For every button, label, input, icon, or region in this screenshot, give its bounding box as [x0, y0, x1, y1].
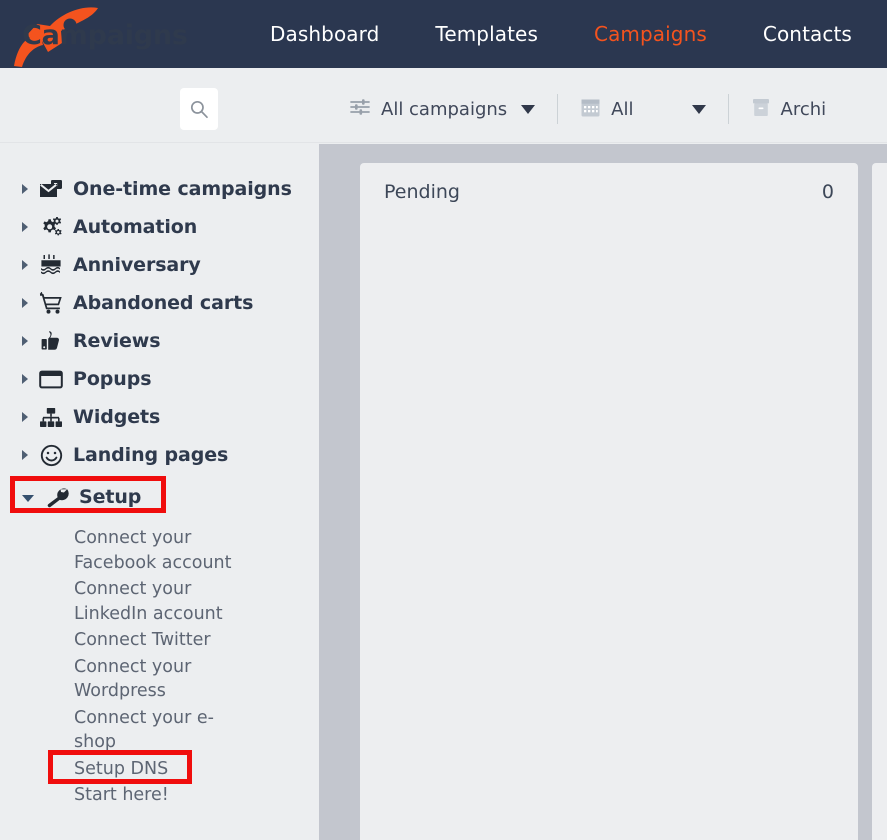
sidebar-subitem-connect-linkedin[interactable]: Connect your LinkedIn account [0, 577, 250, 626]
thumbs-up-icon [38, 329, 64, 353]
sidebar-subitem-start-here[interactable]: Start here! [0, 783, 250, 808]
birthday-cake-icon [38, 253, 64, 277]
wrench-icon [44, 485, 70, 509]
sidebar-navigation: One-time campaigns Automation Anniversar… [0, 144, 319, 840]
sidebar-item-landing-pages[interactable]: Landing pages [0, 436, 319, 474]
sidebar-item-label: Popups [73, 368, 152, 390]
chevron-down-icon[interactable] [521, 104, 536, 114]
sidebar-subitem-connect-eshop[interactable]: Connect your e-shop [0, 706, 250, 755]
chevron-down-icon-2[interactable] [691, 104, 706, 114]
toolbar-divider-1 [557, 94, 559, 124]
chevron-right-icon[interactable] [22, 450, 28, 460]
sidebar-item-label: Anniversary [73, 254, 201, 276]
campaign-column-pending: Pending 0 [360, 163, 858, 840]
sidebar-item-setup[interactable]: Setup [0, 478, 319, 516]
sidebar-item-label: Abandoned carts [73, 292, 254, 314]
sidebar-subitem-connect-facebook[interactable]: Connect your Facebook account [0, 526, 250, 575]
sidebar-subitem-connect-wordpress[interactable]: Connect your Wordpress [0, 655, 250, 704]
envelope-stack-icon [38, 177, 64, 201]
smiley-face-icon [38, 443, 64, 467]
chevron-right-icon[interactable] [22, 222, 28, 232]
search-input[interactable] [180, 88, 218, 130]
campaigns-board: Pending 0 0 [319, 144, 887, 840]
chevron-down-icon[interactable] [22, 495, 34, 502]
filter-date-range-label: All [611, 98, 634, 120]
sidebar-item-automation[interactable]: Automation [0, 208, 319, 246]
sidebar-item-label: Setup [79, 486, 142, 508]
sidebar-item-label: One-time campaigns [73, 178, 292, 200]
nav-link-contacts[interactable]: Contacts [763, 22, 852, 46]
chevron-right-icon[interactable] [22, 336, 28, 346]
filter-archive[interactable]: Archi [751, 88, 827, 130]
chevron-right-icon[interactable] [22, 298, 28, 308]
campaign-column-count: 0 [821, 181, 834, 203]
campaign-column-next: 0 [872, 163, 887, 840]
sidebar-subitem-setup-dns[interactable]: Setup DNS [0, 757, 250, 782]
chevron-right-icon[interactable] [22, 260, 28, 270]
sidebar-item-one-time-campaigns[interactable]: One-time campaigns [0, 170, 319, 208]
sidebar-item-label: Widgets [73, 406, 161, 428]
sidebar-item-label: Reviews [73, 330, 161, 352]
sidebar-item-label: Automation [73, 216, 198, 238]
chevron-right-icon[interactable] [22, 412, 28, 422]
filter-all-campaigns[interactable]: All campaigns [350, 88, 536, 130]
filter-archive-label: Archi [780, 98, 827, 120]
shopping-cart-icon [38, 291, 64, 315]
sitemap-widget-icon [38, 405, 64, 429]
sidebar-item-label: Landing pages [73, 444, 229, 466]
nav-link-campaigns[interactable]: Campaigns [594, 22, 707, 46]
search-icon [190, 100, 208, 119]
chevron-right-icon[interactable] [22, 184, 28, 194]
sidebar-item-reviews[interactable]: Reviews [0, 322, 319, 360]
main-nav: Dashboard Templates Campaigns Contacts [270, 0, 852, 68]
archive-box-icon [751, 97, 771, 122]
campaign-column-header-2: 0 [872, 163, 887, 203]
window-popup-icon [38, 367, 64, 391]
filter-date-range[interactable]: All [580, 88, 706, 130]
sidebar-subitem-connect-twitter[interactable]: Connect Twitter [0, 628, 250, 653]
nav-link-templates[interactable]: Templates [435, 22, 538, 46]
sidebar-item-anniversary[interactable]: Anniversary [0, 246, 319, 284]
filter-all-campaigns-label: All campaigns [381, 98, 508, 120]
nav-link-dashboard[interactable]: Dashboard [270, 22, 379, 46]
filter-toolbar: All campaigns All Archi [350, 88, 826, 130]
toolbar-divider-2 [727, 94, 729, 124]
chevron-right-icon[interactable] [22, 374, 28, 384]
gears-icon [38, 215, 64, 239]
sidebar-item-widgets[interactable]: Widgets [0, 398, 319, 436]
page-title: Campaigns [22, 20, 188, 51]
sliders-filter-icon [350, 98, 371, 120]
sidebar-item-popups[interactable]: Popups [0, 360, 319, 398]
calendar-icon [580, 97, 601, 122]
campaign-column-title: Pending [384, 181, 460, 203]
sidebar-item-abandoned-carts[interactable]: Abandoned carts [0, 284, 319, 322]
campaign-column-header: Pending 0 [360, 163, 858, 203]
